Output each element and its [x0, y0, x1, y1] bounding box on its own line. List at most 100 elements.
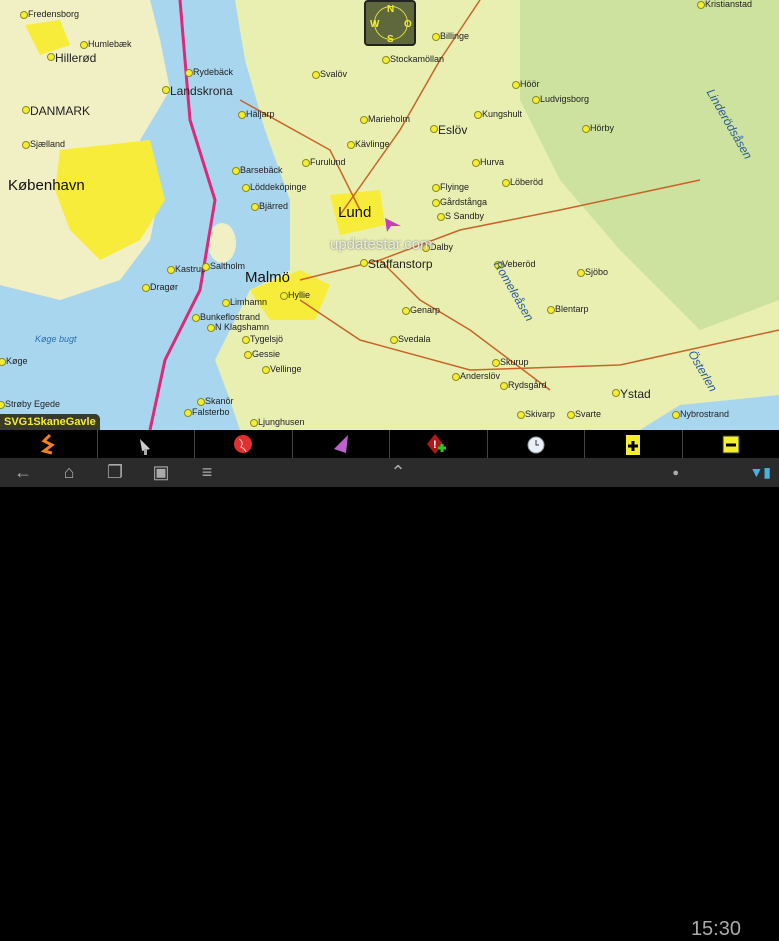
place-label: Køge bugt: [35, 335, 77, 344]
watermark: updatestar.com: [330, 236, 433, 253]
place-label: Furulund: [310, 158, 346, 167]
wifi-battery-icon: ▼▮: [749, 464, 771, 481]
place-label: Eslöv: [438, 124, 467, 136]
town-marker: [250, 419, 258, 427]
town-marker: [382, 56, 390, 64]
place-label: Löberöd: [510, 178, 543, 187]
alarm-clock-icon: [525, 433, 547, 455]
back-icon: ←: [14, 462, 32, 482]
town-marker: [167, 266, 175, 274]
recent-apps-button[interactable]: ❐: [92, 462, 138, 483]
navigate-button[interactable]: [293, 430, 391, 458]
town-marker: [162, 86, 170, 94]
town-marker: [437, 213, 445, 221]
globe-button[interactable]: [195, 430, 293, 458]
town-marker: [280, 292, 288, 300]
add-warning-icon: !: [426, 433, 450, 455]
place-label: Marieholm: [368, 115, 410, 124]
place-label: Rydsgård: [508, 381, 547, 390]
place-label: Gårdstånga: [440, 198, 487, 207]
town-marker: [472, 159, 480, 167]
menu-icon: ≡: [202, 462, 213, 482]
compass-south: S: [387, 34, 394, 45]
alarm-button[interactable]: [488, 430, 586, 458]
compass[interactable]: N W O S: [364, 0, 416, 46]
chevron-up-icon: ⌃: [390, 462, 405, 482]
town-marker: [532, 96, 540, 104]
town-marker: [20, 11, 28, 19]
place-label: Genarp: [410, 306, 440, 315]
place-label: Skivarp: [525, 410, 555, 419]
town-marker: [197, 398, 205, 406]
notification-icon[interactable]: ●: [672, 467, 679, 479]
home-icon: ⌂: [64, 462, 75, 482]
town-marker: [251, 203, 259, 211]
compass-north: N: [387, 4, 394, 15]
map-name-badge[interactable]: SVG1SkaneGavle: [0, 414, 100, 430]
place-label: Tygelsjö: [250, 335, 283, 344]
town-marker: [244, 351, 252, 359]
place-label: Dragør: [150, 283, 178, 292]
place-label: Svalöv: [320, 70, 347, 79]
navigation-arrow-icon: [330, 433, 352, 455]
place-label: Hillerød: [55, 52, 96, 64]
place-label: Ystad: [620, 388, 651, 400]
town-marker: [697, 1, 705, 9]
place-label: Stockamöllan: [390, 55, 444, 64]
town-marker: [402, 307, 410, 315]
back-button[interactable]: ←: [0, 462, 46, 483]
town-marker: [492, 359, 500, 367]
town-marker: [430, 125, 438, 133]
place-label: Hörby: [590, 124, 614, 133]
place-label: Svarte: [575, 410, 601, 419]
town-marker: [360, 116, 368, 124]
expand-button[interactable]: ⌃: [375, 462, 421, 483]
place-label: Gessie: [252, 350, 280, 359]
position-arrow-icon: [383, 214, 403, 234]
town-marker: [577, 269, 585, 277]
town-marker: [612, 389, 620, 397]
screenshot-button[interactable]: ▣: [138, 462, 184, 483]
place-label: Hurva: [480, 158, 504, 167]
town-marker: [474, 111, 482, 119]
place-label: Svedala: [398, 335, 431, 344]
globe-icon: [232, 433, 254, 455]
place-label: Löddeköpinge: [250, 183, 307, 192]
town-marker: [222, 299, 230, 307]
system-bar: ← ⌂ ❐ ▣ ≡ ⌃ ● 15:30 ▼▮: [0, 458, 779, 487]
zoom-out-button[interactable]: [683, 430, 779, 458]
town-marker: [242, 184, 250, 192]
place-label: Køge: [6, 357, 28, 366]
place-label: Hyllie: [288, 291, 310, 300]
place-label: Humlebæk: [88, 40, 132, 49]
place-label: Bjärred: [259, 202, 288, 211]
place-label: Barsebäck: [240, 166, 283, 175]
route-icon: [38, 433, 58, 455]
town-marker: [452, 373, 460, 381]
town-marker: [672, 411, 680, 419]
town-marker: [502, 179, 510, 187]
screenshot-icon: ▣: [152, 462, 169, 482]
compass-west: W: [370, 19, 379, 30]
home-button[interactable]: ⌂: [46, 462, 92, 483]
place-label: Höör: [520, 80, 540, 89]
town-marker: [80, 41, 88, 49]
place-label: Falsterbo: [192, 408, 230, 417]
menu-button[interactable]: ≡: [184, 462, 230, 483]
svg-text:!: !: [433, 439, 437, 451]
place-label: Skurup: [500, 358, 529, 367]
zoom-in-button[interactable]: [585, 430, 683, 458]
toolbar: !: [0, 430, 779, 458]
place-label: Skanör: [205, 397, 234, 406]
place-label: Anderslöv: [460, 372, 500, 381]
town-marker: [202, 263, 210, 271]
town-marker: [22, 141, 30, 149]
place-label: Saltholm: [210, 262, 245, 271]
town-marker: [432, 184, 440, 192]
route-button[interactable]: [0, 430, 98, 458]
gps-button[interactable]: [98, 430, 196, 458]
map-view[interactable]: FredensborgHumlebækHillerødDANMARKSjælla…: [0, 0, 779, 430]
add-warning-button[interactable]: !: [390, 430, 488, 458]
place-label: Ljunghusen: [258, 418, 305, 427]
town-marker: [432, 33, 440, 41]
